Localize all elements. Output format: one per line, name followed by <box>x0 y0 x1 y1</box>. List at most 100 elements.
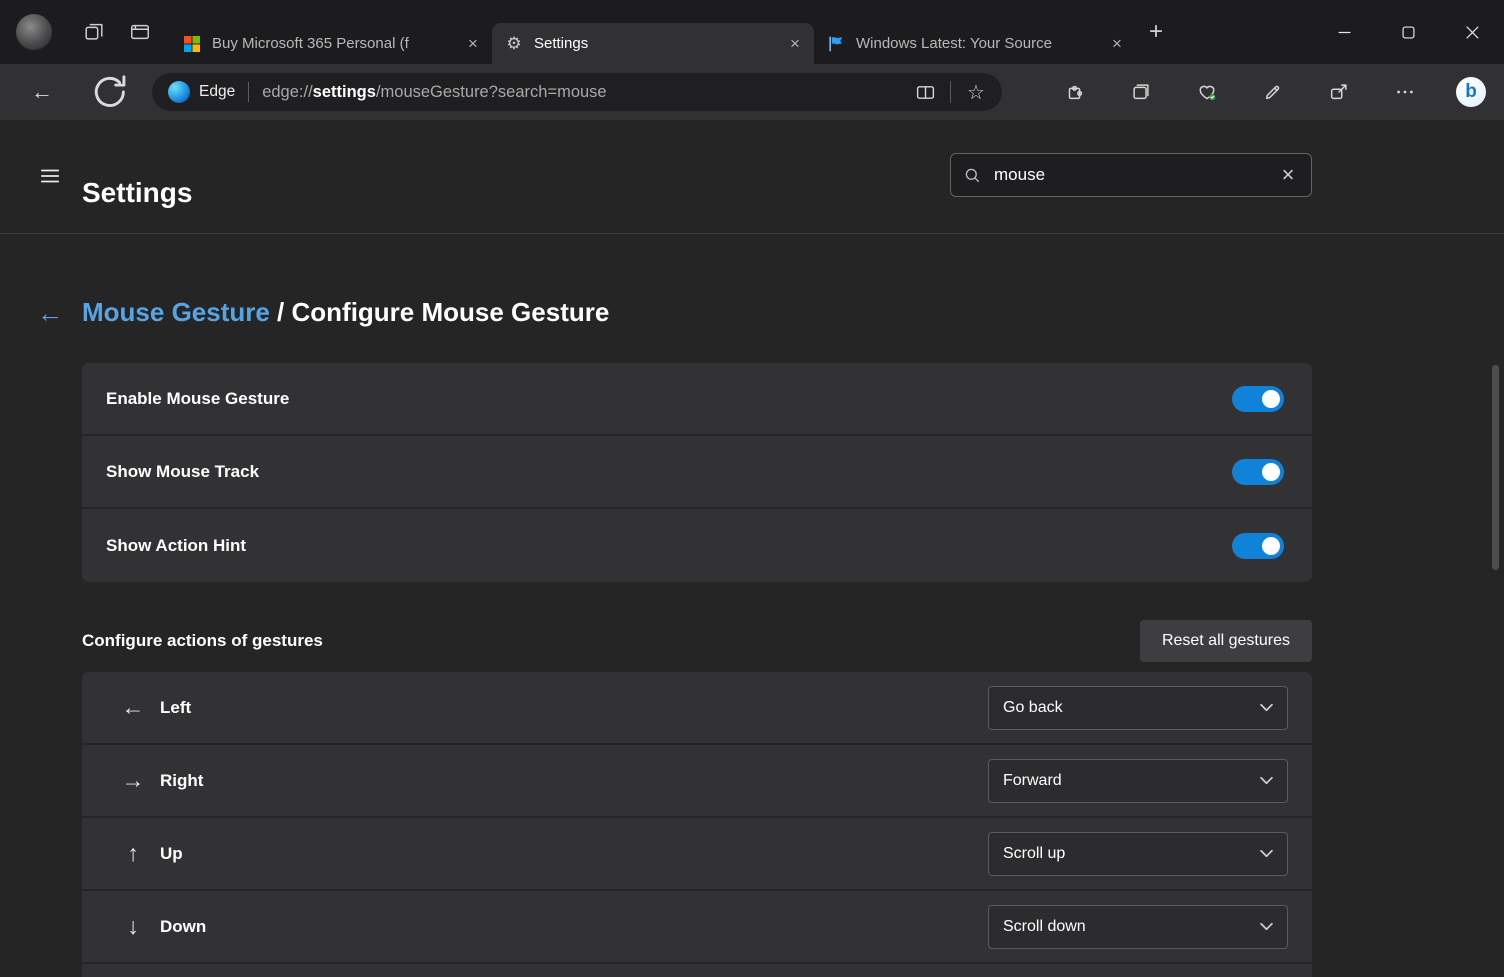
tab-strip: Buy Microsoft 365 Personal (f × ⚙ Settin… <box>170 0 1176 64</box>
breadcrumb: Mouse Gesture / Configure Mouse Gesture <box>82 297 609 328</box>
arrow-up-icon: ↑ <box>120 840 146 867</box>
dropdown-value: Go back <box>1003 699 1063 717</box>
address-bar[interactable]: Edge edge://settings/mouseGesture?search… <box>152 73 1002 111</box>
tab-buy-microsoft-365[interactable]: Buy Microsoft 365 Personal (f × <box>170 23 492 64</box>
browser-essentials-icon[interactable] <box>1174 68 1240 116</box>
gesture-direction-label: Left <box>160 698 191 718</box>
setting-label: Show Mouse Track <box>106 462 1232 482</box>
close-tab-icon[interactable]: × <box>782 31 808 57</box>
address-trailing-divider <box>950 81 951 103</box>
tab-label: Windows Latest: Your Source <box>856 35 1094 52</box>
window-controls <box>1312 0 1504 64</box>
url-highlight: settings <box>313 83 376 101</box>
maximize-icon[interactable] <box>1376 0 1440 64</box>
gesture-row-up: ↑ Up Scroll up <box>82 818 1312 891</box>
favorites-star-icon[interactable]: ☆ <box>956 75 996 109</box>
dropdown-value: Forward <box>1003 772 1062 790</box>
setting-label: Enable Mouse Gesture <box>106 389 1232 409</box>
page-title: Settings <box>82 177 192 209</box>
setting-row-show-action-hint: Show Action Hint <box>82 509 1312 582</box>
close-window-icon[interactable] <box>1440 0 1504 64</box>
breadcrumb-back-icon[interactable]: ← <box>30 291 70 335</box>
gear-icon: ⚙ <box>504 34 524 54</box>
toggle-knob <box>1262 463 1280 481</box>
split-screen-icon[interactable] <box>905 75 945 109</box>
toggle-knob <box>1262 537 1280 555</box>
mouse-gesture-toggle-card: Enable Mouse Gesture Show Mouse Track Sh… <box>82 363 1312 582</box>
setting-label: Show Action Hint <box>106 536 1232 556</box>
arrow-left-icon: ← <box>120 694 146 721</box>
titlebar: Buy Microsoft 365 Personal (f × ⚙ Settin… <box>0 0 1504 64</box>
chevron-down-icon <box>1260 922 1273 931</box>
gesture-direction-label: Up <box>160 844 183 864</box>
breadcrumb-link[interactable]: Mouse Gesture <box>82 297 270 327</box>
tab-label: Buy Microsoft 365 Personal (f <box>212 35 450 52</box>
chevron-down-icon <box>1260 776 1273 785</box>
share-icon[interactable] <box>1306 68 1372 116</box>
scrollbar-thumb[interactable] <box>1492 365 1499 570</box>
arrow-right-icon: → <box>120 767 146 794</box>
gesture-row-partial <box>82 964 1312 977</box>
chevron-down-icon <box>1260 849 1273 858</box>
microsoft-logo-icon <box>182 34 202 54</box>
menu-icon[interactable] <box>30 156 70 196</box>
settings-search-box[interactable]: × <box>950 153 1312 197</box>
dropdown-value: Scroll up <box>1003 845 1065 863</box>
show-mouse-track-toggle[interactable] <box>1232 459 1284 485</box>
gesture-action-dropdown-right[interactable]: Forward <box>988 759 1288 803</box>
breadcrumb-current: Configure Mouse Gesture <box>292 297 610 327</box>
close-tab-icon[interactable]: × <box>1104 31 1130 57</box>
back-icon[interactable]: ← <box>20 70 64 114</box>
settings-header: Settings × <box>0 120 1504 234</box>
profile-avatar[interactable] <box>16 14 52 50</box>
url-rest: /mouseGesture?search=mouse <box>376 83 607 101</box>
refresh-icon[interactable] <box>88 70 132 114</box>
new-tab-icon[interactable]: + <box>1136 12 1176 52</box>
gesture-row-right: → Right Forward <box>82 745 1312 818</box>
edge-browser-window: Buy Microsoft 365 Personal (f × ⚙ Settin… <box>0 0 1504 977</box>
gesture-row-down: ↓ Down Scroll down <box>82 891 1312 964</box>
tab-actions-icon[interactable] <box>120 12 160 52</box>
gesture-section-heading: Configure actions of gestures <box>82 631 323 651</box>
windows-latest-favicon-icon <box>826 34 846 54</box>
copilot-logo: b <box>1456 77 1486 107</box>
setting-row-show-mouse-track: Show Mouse Track <box>82 436 1312 509</box>
show-action-hint-toggle[interactable] <box>1232 533 1284 559</box>
edge-logo-icon <box>168 81 190 103</box>
search-input[interactable] <box>992 164 1269 186</box>
gesture-action-dropdown-left[interactable]: Go back <box>988 686 1288 730</box>
gesture-section-header: Configure actions of gestures Reset all … <box>82 618 1312 664</box>
url-scheme: edge:// <box>262 83 312 101</box>
dropdown-value: Scroll down <box>1003 918 1086 936</box>
address-divider <box>248 82 249 102</box>
tab-settings[interactable]: ⚙ Settings × <box>492 23 814 64</box>
reset-all-gestures-button[interactable]: Reset all gestures <box>1140 620 1312 662</box>
browser-toolbar: ← Edge edge://settings/mouseGesture?sear… <box>0 64 1504 120</box>
web-capture-icon[interactable] <box>1240 68 1306 116</box>
browser-name-label: Edge <box>199 83 235 101</box>
gesture-direction-label: Right <box>160 771 203 791</box>
collections-icon[interactable] <box>1108 68 1174 116</box>
extensions-icon[interactable] <box>1042 68 1108 116</box>
chevron-down-icon <box>1260 703 1273 712</box>
gesture-action-dropdown-down[interactable]: Scroll down <box>988 905 1288 949</box>
workspaces-icon[interactable] <box>74 12 114 52</box>
tab-label: Settings <box>534 35 772 52</box>
search-icon <box>963 166 982 185</box>
more-options-icon[interactable] <box>1372 68 1438 116</box>
url-text[interactable]: edge://settings/mouseGesture?search=mous… <box>262 83 606 102</box>
enable-mouse-gesture-toggle[interactable] <box>1232 386 1284 412</box>
gesture-action-dropdown-up[interactable]: Scroll up <box>988 832 1288 876</box>
clear-search-icon[interactable]: × <box>1269 156 1307 194</box>
gesture-row-left: ← Left Go back <box>82 672 1312 745</box>
setting-row-enable-mouse-gesture: Enable Mouse Gesture <box>82 363 1312 436</box>
arrow-down-icon: ↓ <box>120 913 146 940</box>
copilot-icon[interactable]: b <box>1438 68 1504 116</box>
tab-windows-latest[interactable]: Windows Latest: Your Source × <box>814 23 1136 64</box>
gesture-direction-label: Down <box>160 917 206 937</box>
minimize-icon[interactable] <box>1312 0 1376 64</box>
close-tab-icon[interactable]: × <box>460 31 486 57</box>
toggle-knob <box>1262 390 1280 408</box>
toolbar-icons: b <box>1042 68 1504 116</box>
breadcrumb-separator: / <box>270 297 292 327</box>
